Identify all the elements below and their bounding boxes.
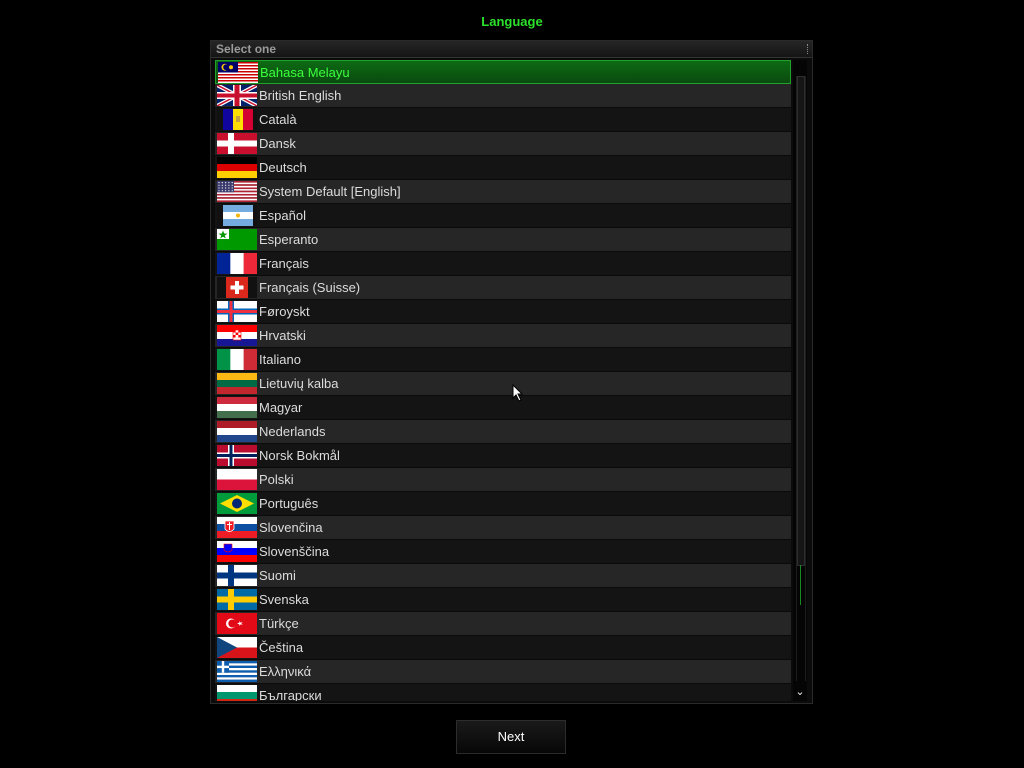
esperanto-flag-icon bbox=[217, 229, 257, 250]
language-item-bulgaria[interactable]: Български bbox=[215, 684, 791, 701]
next-button[interactable]: Next bbox=[456, 720, 566, 754]
language-item-sweden[interactable]: Svenska bbox=[215, 588, 791, 612]
language-item-label: Ελληνικά bbox=[259, 664, 312, 679]
language-item-switzerland[interactable]: Français (Suisse) bbox=[215, 276, 791, 300]
mouse-cursor-icon bbox=[512, 384, 524, 402]
slovakia-flag-icon bbox=[217, 517, 257, 538]
language-item-label: Français (Suisse) bbox=[259, 280, 361, 295]
language-item-netherlands[interactable]: Nederlands bbox=[215, 420, 791, 444]
language-item-germany[interactable]: Deutsch bbox=[215, 156, 791, 180]
language-item-france[interactable]: Français bbox=[215, 252, 791, 276]
language-item-label: Slovenščina bbox=[259, 544, 330, 559]
slovenia-flag-icon bbox=[217, 541, 257, 562]
greece-flag-icon bbox=[217, 661, 257, 682]
language-item-label: Български bbox=[259, 688, 322, 701]
language-item-slovakia[interactable]: Slovenčina bbox=[215, 516, 791, 540]
list-header: Select one bbox=[211, 41, 812, 58]
italy-flag-icon bbox=[217, 349, 257, 370]
language-item-label: Nederlands bbox=[259, 424, 326, 439]
list-header-label: Select one bbox=[216, 42, 277, 56]
poland-flag-icon bbox=[217, 469, 257, 490]
language-item-brazil[interactable]: Português bbox=[215, 492, 791, 516]
croatia-flag-icon bbox=[217, 325, 257, 346]
netherlands-flag-icon bbox=[217, 421, 257, 442]
language-item-label: Føroyskt bbox=[259, 304, 310, 319]
language-item-label: Lietuvių kalba bbox=[259, 376, 339, 391]
hungary-flag-icon bbox=[217, 397, 257, 418]
usa-flag-icon bbox=[217, 181, 257, 202]
language-item-slovenia[interactable]: Slovenščina bbox=[215, 540, 791, 564]
language-item-andorra[interactable]: Català bbox=[215, 108, 791, 132]
language-item-label: Esperanto bbox=[259, 232, 319, 247]
language-item-label: Čeština bbox=[259, 640, 304, 655]
language-item-label: Slovenčina bbox=[259, 520, 323, 535]
language-item-lithuania[interactable]: Lietuvių kalba bbox=[215, 372, 791, 396]
language-item-label: Dansk bbox=[259, 136, 296, 151]
language-item-label: Deutsch bbox=[259, 160, 307, 175]
language-item-denmark[interactable]: Dansk bbox=[215, 132, 791, 156]
language-item-label: Norsk Bokmål bbox=[259, 448, 340, 463]
scroll-thumb[interactable] bbox=[797, 76, 805, 605]
language-item-poland[interactable]: Polski bbox=[215, 468, 791, 492]
language-item-label: Hrvatski bbox=[259, 328, 306, 343]
language-item-label: Català bbox=[259, 112, 297, 127]
czech-flag-icon bbox=[217, 637, 257, 658]
scroll-thumb-accent bbox=[800, 565, 801, 605]
language-item-label: Svenska bbox=[259, 592, 309, 607]
language-item-uk[interactable]: British English bbox=[215, 84, 791, 108]
language-item-label: Bahasa Melayu bbox=[260, 65, 350, 80]
language-item-label: Italiano bbox=[259, 352, 301, 367]
language-item-esperanto[interactable]: Esperanto bbox=[215, 228, 791, 252]
language-item-label: British English bbox=[259, 88, 342, 103]
malaysia-flag-icon bbox=[218, 62, 258, 83]
language-item-argentina[interactable]: Español bbox=[215, 204, 791, 228]
language-item-label: Magyar bbox=[259, 400, 303, 415]
language-item-turkey[interactable]: Türkçe bbox=[215, 612, 791, 636]
sweden-flag-icon bbox=[217, 589, 257, 610]
andorra-flag-icon bbox=[217, 109, 257, 130]
uk-flag-icon bbox=[217, 85, 257, 106]
language-item-label: Türkçe bbox=[259, 616, 299, 631]
language-list[interactable]: Bahasa Melayu British English Català Dansk… bbox=[215, 60, 791, 701]
germany-flag-icon bbox=[217, 157, 257, 178]
language-item-croatia[interactable]: Hrvatski bbox=[215, 324, 791, 348]
language-item-label: System Default [English] bbox=[259, 184, 401, 199]
lithuania-flag-icon bbox=[217, 373, 257, 394]
scroll-track[interactable] bbox=[796, 76, 806, 681]
faroe-flag-icon bbox=[217, 301, 257, 322]
language-list-panel: Select one Bahasa Melayu British English… bbox=[210, 40, 813, 704]
language-item-usa[interactable]: System Default [English] bbox=[215, 180, 791, 204]
resize-grip-icon bbox=[807, 44, 810, 54]
turkey-flag-icon bbox=[217, 613, 257, 634]
language-item-label: Français bbox=[259, 256, 309, 271]
language-item-greece[interactable]: Ελληνικά bbox=[215, 660, 791, 684]
norway-flag-icon bbox=[217, 445, 257, 466]
denmark-flag-icon bbox=[217, 133, 257, 154]
language-item-hungary[interactable]: Magyar bbox=[215, 396, 791, 420]
page-title: Language bbox=[481, 14, 543, 29]
language-item-label: Polski bbox=[259, 472, 294, 487]
language-item-label: Español bbox=[259, 208, 306, 223]
bulgaria-flag-icon bbox=[217, 685, 257, 701]
france-flag-icon bbox=[217, 253, 257, 274]
language-item-czech[interactable]: Čeština bbox=[215, 636, 791, 660]
brazil-flag-icon bbox=[217, 493, 257, 514]
finland-flag-icon bbox=[217, 565, 257, 586]
language-item-finland[interactable]: Suomi bbox=[215, 564, 791, 588]
scroll-up-icon[interactable] bbox=[793, 60, 807, 74]
language-item-label: Português bbox=[259, 496, 319, 511]
vertical-scrollbar[interactable]: ⌄ bbox=[793, 60, 807, 701]
language-item-label: Suomi bbox=[259, 568, 296, 583]
switzerland-flag-icon bbox=[217, 277, 257, 298]
language-item-italy[interactable]: Italiano bbox=[215, 348, 791, 372]
language-item-malaysia[interactable]: Bahasa Melayu bbox=[215, 60, 791, 84]
language-item-norway[interactable]: Norsk Bokmål bbox=[215, 444, 791, 468]
argentina-flag-icon bbox=[217, 205, 257, 226]
scroll-down-icon[interactable]: ⌄ bbox=[793, 685, 807, 699]
language-item-faroe[interactable]: Føroyskt bbox=[215, 300, 791, 324]
